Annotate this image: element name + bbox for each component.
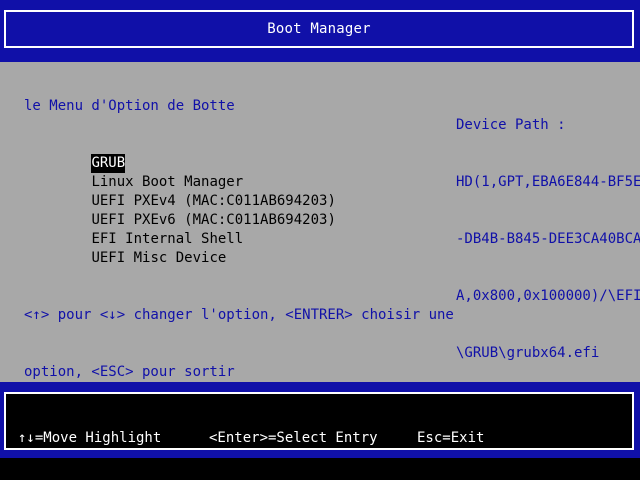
boot-manager-screen: Boot Manager le Menu d'Option de Botte G… [0, 0, 640, 480]
boot-entry-label: UEFI PXEv6 (MAC:C011AB694203) [91, 212, 336, 228]
menu-subtitle: le Menu d'Option de Botte [24, 98, 235, 114]
page-title: Boot Manager [267, 21, 371, 37]
instructions-line-1: <↑> pour <↓> changer l'option, <ENTRER> … [24, 307, 454, 323]
boot-entry-label: UEFI Misc Device [91, 250, 227, 266]
boot-entry-label: GRUB [91, 154, 126, 173]
instructions-line-2: option, <ESC> pour sortir [24, 364, 235, 380]
footer-band: ↑↓=Move Highlight <Enter>=Select Entry E… [0, 382, 640, 458]
select-entry-hint: <Enter>=Select Entry [209, 430, 378, 446]
boot-entry-grub[interactable]: GRUB [24, 135, 336, 173]
device-path-line-4: \GRUB\grubx64.efi [456, 345, 600, 361]
move-highlight-hint: ↑↓=Move Highlight [18, 430, 162, 446]
boot-entry-label: Linux Boot Manager [91, 174, 244, 190]
device-path-line-3: A,0x800,0x100000)/\EFI [456, 288, 640, 304]
exit-hint: Esc=Exit [417, 430, 485, 446]
device-path-line-1: HD(1,GPT,EBA6E844-BF5E [456, 174, 640, 190]
boot-entry-label: UEFI PXEv4 (MAC:C011AB694203) [91, 193, 336, 209]
key-hints-bar: ↑↓=Move Highlight <Enter>=Select Entry E… [4, 392, 634, 450]
bottom-strip [0, 458, 640, 480]
device-path-label: Device Path : [456, 117, 566, 133]
header-title-box: Boot Manager [4, 10, 634, 48]
device-path-panel: Device Path : HD(1,GPT,EBA6E844-BF5E -DB… [456, 78, 640, 401]
device-path-line-2: -DB4B-B845-DEE3CA40BCA [456, 231, 640, 247]
boot-entry-label: EFI Internal Shell [91, 231, 244, 247]
header-band: Boot Manager [0, 0, 640, 62]
main-panel: le Menu d'Option de Botte GRUB Linux Boo… [0, 62, 640, 382]
boot-entry-list: GRUB Linux Boot Manager UEFI PXEv4 (MAC:… [24, 135, 336, 266]
